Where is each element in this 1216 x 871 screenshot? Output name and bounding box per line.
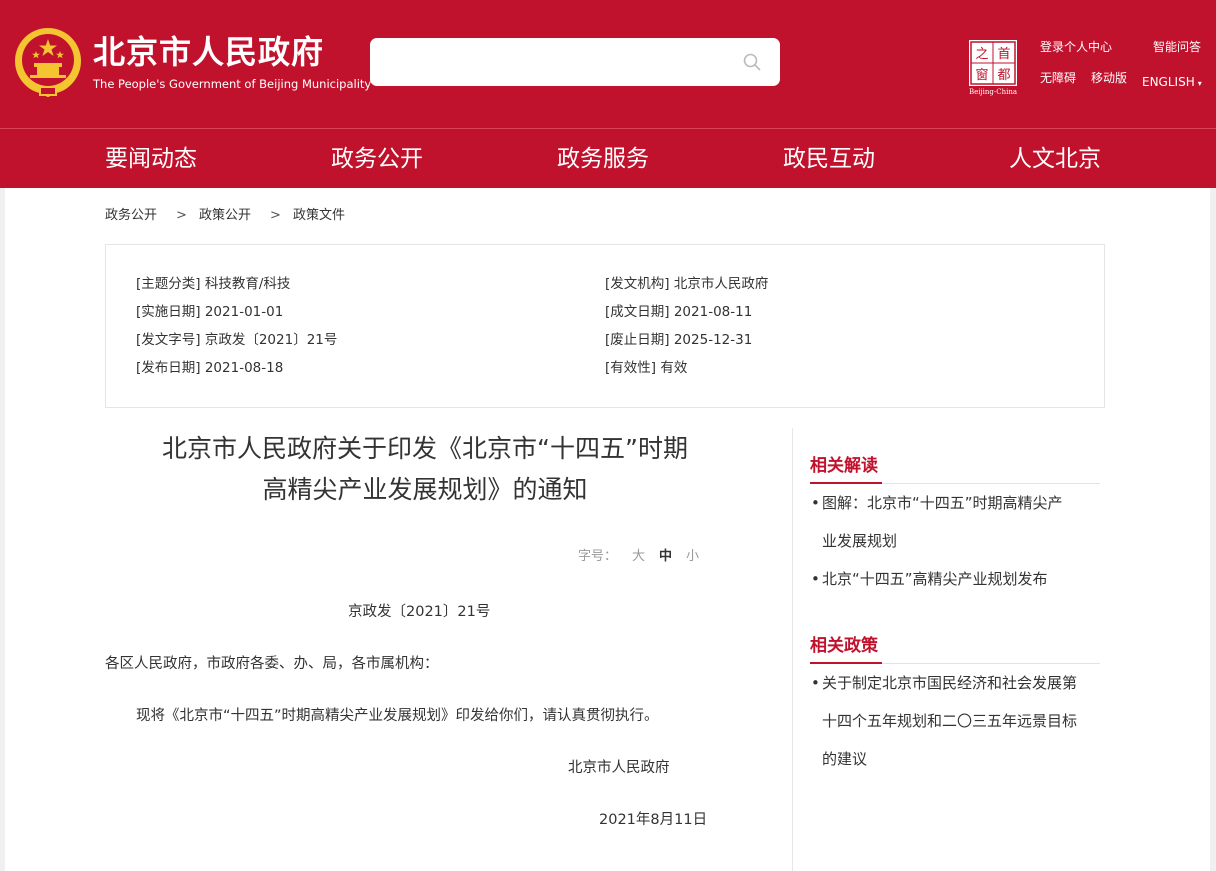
meta-doc-number: [发文字号] 京政发〔2021〕21号	[136, 332, 338, 348]
nav-item-culture[interactable]: 人文北京	[1009, 144, 1101, 174]
link-text: 图解：北京市“十四五”时期高精尖产	[822, 494, 1063, 512]
national-emblem-icon[interactable]	[14, 27, 82, 97]
breadcrumb-item[interactable]: 政务公开	[105, 208, 157, 224]
signature-date: 2021年8月11日	[599, 812, 708, 828]
related-policies-heading: 相关政策	[810, 636, 878, 656]
signature: 北京市人民政府	[568, 760, 670, 776]
list-bullet: •	[811, 674, 820, 692]
link-text: 关于制定北京市国民经济和社会发展第	[822, 674, 1078, 692]
breadcrumb-item[interactable]: 政策文件	[293, 208, 345, 224]
logo-char: 之	[975, 47, 988, 62]
search-input[interactable]	[370, 38, 780, 86]
link-text: 的建议	[822, 750, 868, 768]
meta-effective-date: [实施日期] 2021-01-01	[136, 304, 284, 320]
logo-char: 窗	[975, 67, 988, 83]
main-nav: 要闻动态 政务公开 政务服务 政民互动 人文北京	[0, 128, 1216, 188]
link-text: 十四个五年规划和二〇三五年远景目标	[822, 712, 1078, 730]
nav-item-gov-affairs[interactable]: 政务公开	[331, 144, 423, 174]
nav-item-interaction[interactable]: 政民互动	[783, 144, 875, 174]
site-header: 北京市人民政府 The People's Government of Beiji…	[0, 0, 1216, 128]
article-title-line: 北京市人民政府关于印发《北京市“十四五”时期	[162, 434, 688, 463]
related-reading-link[interactable]: 北京“十四五”高精尖产业规划发布	[822, 569, 1048, 589]
logo-caption: Beijing-China	[969, 88, 1017, 96]
link-text: 业发展规划	[822, 532, 898, 550]
accessibility-link[interactable]: 无障碍	[1040, 70, 1076, 86]
logo-char: 都	[997, 68, 1010, 83]
smart-qa-link[interactable]: 智能问答	[1153, 39, 1201, 55]
font-size-label: 字号：	[578, 549, 618, 564]
english-label: ENGLISH	[1142, 75, 1195, 89]
english-link[interactable]: ENGLISH ▾	[1142, 74, 1202, 92]
article-body: 现将《北京市“十四五”时期高精尖产业发展规划》印发给你们，请认真贯彻执行。	[136, 708, 659, 724]
font-size-large-button[interactable]: 大	[632, 548, 645, 566]
site-title[interactable]: 北京市人民政府	[93, 32, 324, 72]
meta-issuer: [发文机构] 北京市人民政府	[605, 276, 769, 292]
doc-number: 京政发〔2021〕21号	[348, 604, 491, 620]
section-divider	[810, 662, 1100, 664]
nav-item-gov-services[interactable]: 政务服务	[557, 144, 649, 174]
meta-written-date: [成文日期] 2021-08-11	[605, 304, 753, 320]
search-icon[interactable]	[742, 52, 762, 72]
related-readings-heading: 相关解读	[810, 456, 878, 476]
login-link[interactable]: 登录个人中心	[1040, 39, 1112, 55]
document-meta-box	[105, 244, 1105, 408]
list-bullet: •	[811, 570, 820, 588]
breadcrumb-separator: >	[176, 208, 187, 223]
meta-expiry-date: [废止日期] 2025-12-31	[605, 332, 753, 348]
breadcrumb-item[interactable]: 政策公开	[199, 208, 251, 224]
nav-item-news[interactable]: 要闻动态	[105, 144, 197, 174]
mobile-link[interactable]: 移动版	[1091, 70, 1127, 86]
meta-topic: [主题分类] 科技教育/科技	[136, 276, 291, 292]
article-title-line: 高精尖产业发展规划》的通知	[262, 475, 588, 504]
font-size-small-button[interactable]: 小	[686, 548, 699, 566]
capital-window-logo[interactable]: 之 首 窗 都 Beijing-China	[965, 38, 1021, 96]
list-bullet: •	[811, 494, 820, 512]
meta-validity: [有效性] 有效	[605, 360, 688, 376]
section-divider	[810, 482, 1100, 484]
addressee: 各区人民政府，市政府各委、办、局，各市属机构：	[105, 656, 439, 672]
meta-publish-date: [发布日期] 2021-08-18	[136, 360, 284, 376]
breadcrumb-separator: >	[270, 208, 281, 223]
caret-down-icon: ▾	[1197, 79, 1202, 88]
site-subtitle: The People's Government of Beijing Munic…	[93, 77, 372, 91]
font-size-medium-button[interactable]: 中	[659, 548, 672, 566]
column-divider	[792, 428, 793, 871]
logo-char: 首	[997, 47, 1010, 62]
